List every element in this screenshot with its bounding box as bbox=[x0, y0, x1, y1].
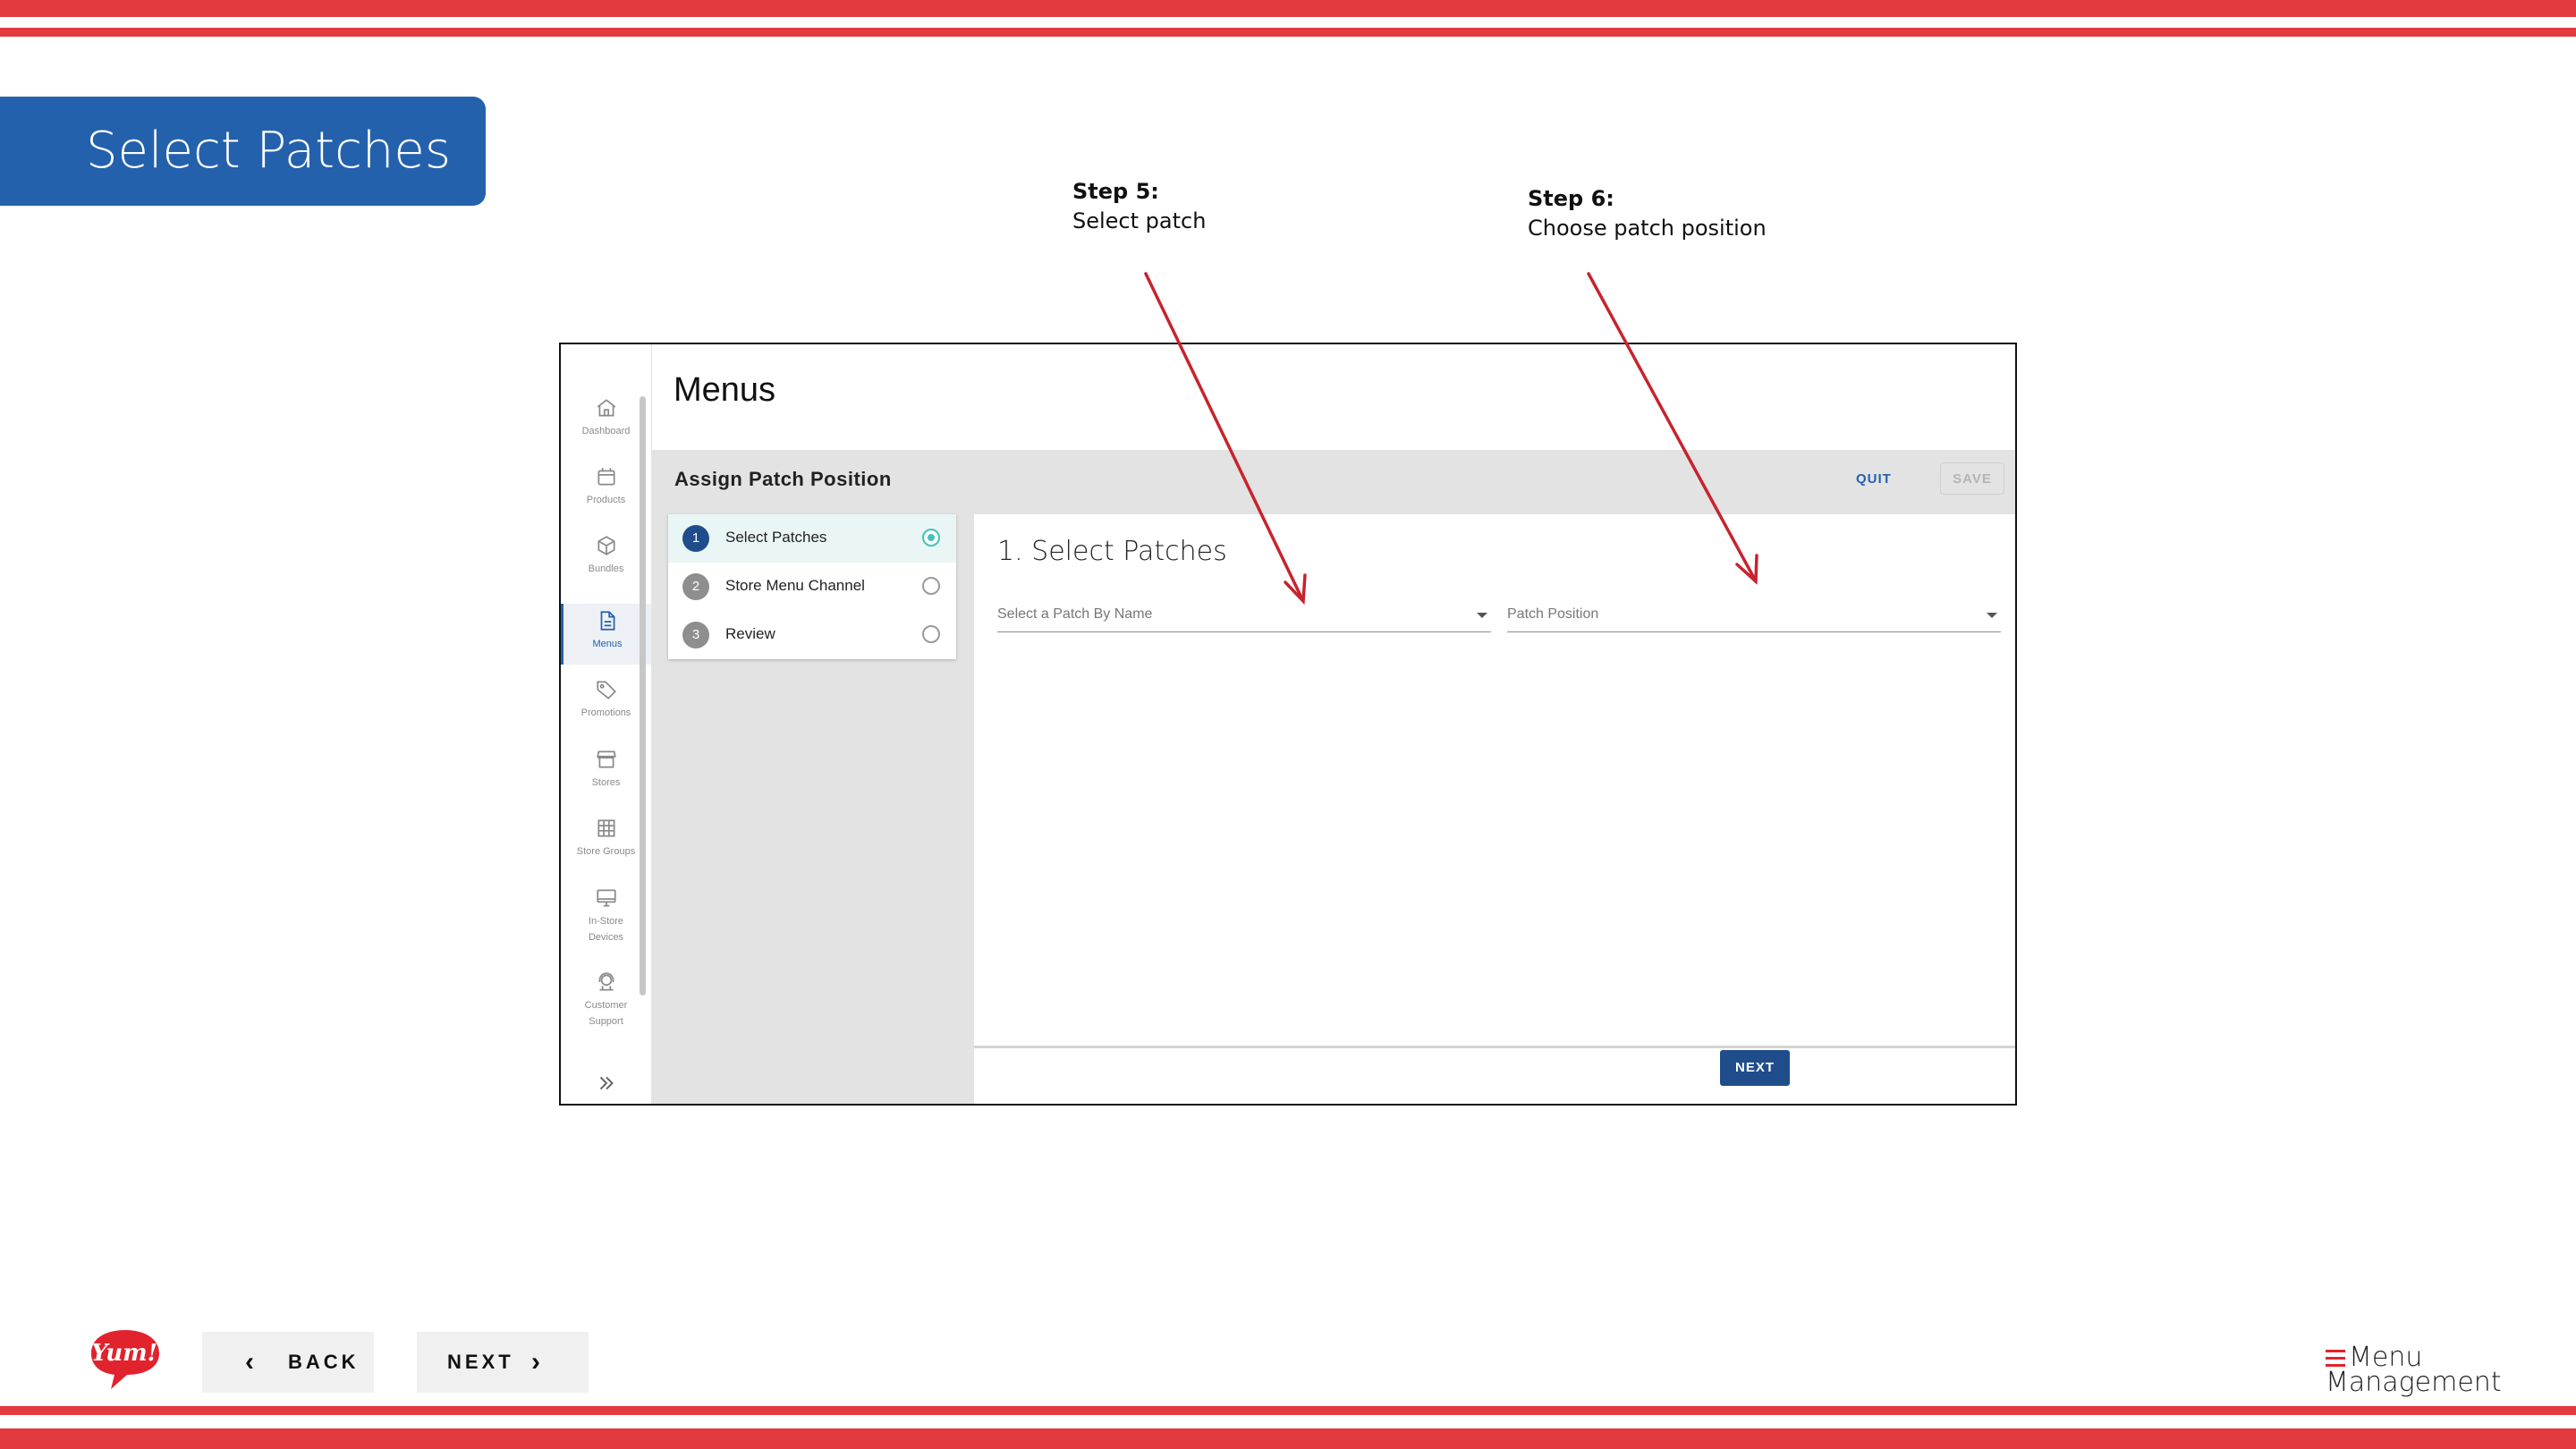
grid-icon bbox=[597, 819, 615, 837]
back-button[interactable]: ‹ BACK bbox=[202, 1332, 374, 1393]
annotation-step-6-heading: Step 6: bbox=[1528, 186, 1614, 211]
quit-button[interactable]: QUIT bbox=[1856, 471, 1892, 487]
patch-position-placeholder: Patch Position bbox=[1507, 606, 1599, 622]
step-radio[interactable] bbox=[922, 577, 940, 595]
sidebar-item-label: Dashboard bbox=[581, 426, 631, 436]
step-radio[interactable] bbox=[922, 625, 940, 643]
step-number: 3 bbox=[682, 622, 709, 648]
sidebar-item-in-store-devices[interactable]: In-Store Devices bbox=[561, 886, 651, 958]
chevron-right-icon: › bbox=[531, 1347, 540, 1377]
annotation-step-5-heading: Step 5: bbox=[1072, 179, 1159, 204]
step-label: Review bbox=[725, 625, 775, 642]
step-select-patches[interactable]: 1 Select Patches bbox=[668, 514, 956, 563]
top-stripe-inner bbox=[0, 28, 2576, 37]
sidebar-item-store-groups[interactable]: Store Groups bbox=[561, 817, 651, 872]
sidebar-item-label: In-Store Devices bbox=[588, 916, 624, 943]
cube-icon bbox=[597, 536, 615, 555]
sidebar-item-label: Bundles bbox=[588, 564, 624, 574]
sidebar-item-menus[interactable]: Menus bbox=[561, 604, 651, 665]
sidebar-item-customer-support[interactable]: Customer Support bbox=[561, 970, 651, 1042]
sidebar-item-bundles[interactable]: Bundles bbox=[561, 534, 651, 589]
sidebar-item-label: Promotions bbox=[580, 708, 631, 718]
annotation-step-5-text: Select patch bbox=[1072, 208, 1207, 233]
annotation-step-6: Step 6: Choose patch position bbox=[1528, 184, 1767, 243]
sidebar-item-label: Products bbox=[586, 495, 626, 505]
annotation-step-6-text: Choose patch position bbox=[1528, 216, 1767, 241]
yum-logo: Yum! bbox=[91, 1330, 159, 1389]
sidebar-item-products[interactable]: Products bbox=[561, 465, 651, 521]
stepper: 1 Select Patches 2 Store Menu Channel 3 … bbox=[668, 514, 956, 659]
home-icon bbox=[597, 399, 615, 417]
sidebar-item-label: Store Groups bbox=[576, 846, 636, 857]
bottom-stripe-outer bbox=[0, 1428, 2576, 1449]
sidebar-item-label: Customer Support bbox=[584, 1000, 628, 1027]
document-icon bbox=[600, 611, 615, 631]
box-icon bbox=[597, 468, 615, 486]
step-number: 1 bbox=[682, 525, 709, 552]
svg-text:Yum!: Yum! bbox=[91, 1340, 157, 1367]
sidebar-item-label: Stores bbox=[591, 777, 621, 788]
dropdown-arrow-icon bbox=[1987, 613, 1997, 618]
top-stripe-outer bbox=[0, 0, 2576, 17]
next-button[interactable]: NEXT › bbox=[417, 1332, 589, 1393]
step-number: 2 bbox=[682, 573, 709, 600]
bottom-stripe-inner bbox=[0, 1406, 2576, 1415]
save-button[interactable]: SAVE bbox=[1940, 462, 2004, 495]
app-next-button[interactable]: NEXT bbox=[1720, 1050, 1790, 1086]
assign-patch-position-title: Assign Patch Position bbox=[674, 468, 892, 490]
sidebar-item-dashboard[interactable]: Dashboard bbox=[561, 396, 651, 452]
step-content-panel: 1. Select Patches Select a Patch By Name… bbox=[974, 514, 2015, 1048]
step-review[interactable]: 3 Review bbox=[668, 611, 956, 659]
content-footer: NEXT bbox=[974, 1048, 2015, 1104]
patch-select-placeholder: Select a Patch By Name bbox=[997, 606, 1153, 622]
brand-word-management: Management bbox=[2326, 1367, 2502, 1398]
expand-sidebar-icon[interactable] bbox=[595, 1072, 618, 1095]
next-button-label: NEXT bbox=[447, 1351, 514, 1373]
slide-title: Select Patches bbox=[0, 97, 486, 206]
sidebar-item-label: Menus bbox=[592, 639, 623, 649]
patch-select[interactable]: Select a Patch By Name bbox=[997, 600, 1491, 632]
sidebar-scrollbar[interactable] bbox=[640, 396, 646, 996]
sidebar-item-promotions[interactable]: Promotions bbox=[561, 678, 651, 733]
headset-icon bbox=[598, 972, 614, 991]
app-screenshot: Dashboard Products Bundles Menus Promoti… bbox=[559, 343, 2017, 1106]
step-store-menu-channel[interactable]: 2 Store Menu Channel bbox=[668, 563, 956, 611]
step-radio[interactable] bbox=[922, 529, 940, 547]
storefront-icon bbox=[596, 750, 616, 768]
chevron-left-icon: ‹ bbox=[245, 1347, 254, 1377]
step-label: Select Patches bbox=[725, 529, 827, 546]
back-button-label: BACK bbox=[288, 1351, 360, 1373]
patch-position-select[interactable]: Patch Position bbox=[1507, 600, 2001, 632]
content-heading: 1. Select Patches bbox=[997, 536, 1227, 567]
page-title: Menus bbox=[674, 371, 776, 409]
dropdown-arrow-icon bbox=[1477, 613, 1487, 618]
sidebar: Dashboard Products Bundles Menus Promoti… bbox=[561, 344, 652, 1104]
tag-icon bbox=[596, 681, 616, 699]
menu-lines-icon bbox=[2326, 1350, 2345, 1367]
annotation-step-5: Step 5: Select patch bbox=[1072, 177, 1206, 236]
step-label: Store Menu Channel bbox=[725, 577, 865, 594]
sidebar-item-stores[interactable]: Stores bbox=[561, 748, 651, 803]
monitor-icon bbox=[596, 889, 616, 907]
